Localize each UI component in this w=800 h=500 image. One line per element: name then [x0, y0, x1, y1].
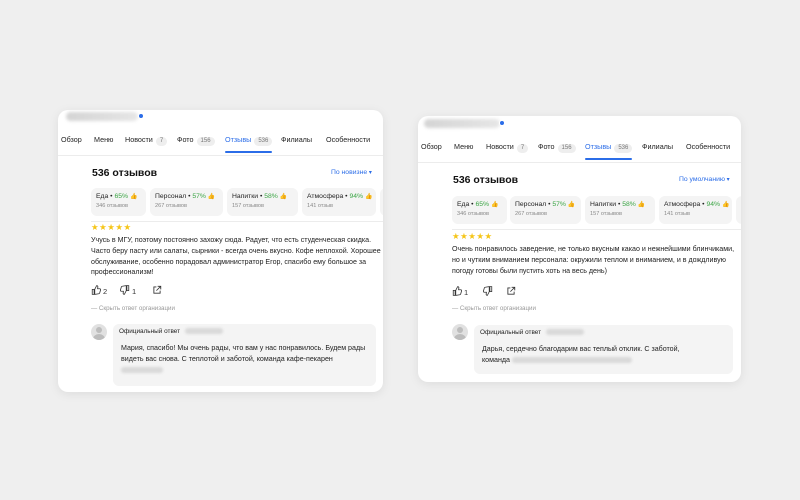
aspect-chip-atmosphere[interactable]: Атмосфера • 94% 👍 141 отзыв — [659, 196, 732, 224]
tab-menu[interactable]: Меню — [94, 134, 113, 146]
hide-answer-toggle[interactable]: Скрыть ответ организации — [91, 305, 175, 312]
dislike-button[interactable]: 1 — [119, 285, 136, 296]
tab-photos[interactable]: Фото 156 — [177, 134, 215, 146]
tab-features[interactable]: Особенности — [326, 134, 370, 146]
thumb-up-icon: 👍 — [129, 194, 138, 200]
tab-overview[interactable]: Обзор — [61, 134, 82, 146]
sort-dropdown[interactable]: По умолчанию — [679, 176, 730, 183]
divider — [452, 229, 741, 230]
sort-dropdown[interactable]: По новизне — [331, 169, 372, 176]
thumb-up-icon: 👍 — [279, 194, 288, 200]
organization-name-blurred — [66, 112, 138, 121]
official-reply-text: Мария, спасибо! Мы очень рады, что вам у… — [113, 339, 376, 386]
review-card-newest: Обзор Меню Новости 7 Фото 156 Отзывы 536 Фи… — [58, 110, 383, 392]
organization-name-blurred — [121, 366, 163, 373]
tab-photos-count: 156 — [196, 137, 215, 146]
aspect-chip-partial[interactable] — [380, 188, 383, 216]
tab-reviews[interactable]: Отзывы 536 — [585, 141, 633, 160]
share-button[interactable] — [152, 285, 162, 296]
tab-branches[interactable]: Филиалы — [642, 141, 673, 153]
reviews-count-title: 536 отзывов — [92, 167, 158, 179]
organization-name-blurred — [511, 356, 632, 363]
share-button[interactable] — [506, 286, 516, 297]
tab-overview[interactable]: Обзор — [421, 141, 442, 153]
tab-news-count: 7 — [516, 144, 529, 153]
tab-branches[interactable]: Филиалы — [281, 134, 312, 146]
thumb-up-icon: 👍 — [721, 202, 730, 208]
tab-news-count: 7 — [155, 137, 168, 146]
rating-stars: ★★★★★ — [91, 222, 132, 232]
aspect-chip-food[interactable]: Еда • 65% 👍 346 отзывов — [91, 188, 146, 216]
organization-name-blurred — [424, 119, 500, 128]
thumb-up-icon: 👍 — [207, 194, 216, 200]
tab-bar: Обзор Меню Новости 7 Фото 156 Отзывы 536 Фи… — [418, 141, 741, 163]
thumb-down-icon — [482, 286, 493, 296]
like-button[interactable]: 2 — [91, 285, 107, 296]
organization-name-blurred — [545, 329, 584, 336]
official-reply-header: Официальный ответ — [113, 324, 376, 339]
thumb-up-icon: 👍 — [364, 194, 373, 200]
organization-avatar — [452, 324, 468, 340]
thumb-down-icon — [119, 285, 130, 295]
aspect-chip-food[interactable]: Еда • 65% 👍 346 отзывов — [452, 196, 507, 224]
thumb-up-icon — [452, 286, 463, 296]
like-button[interactable]: 1 — [452, 286, 468, 297]
tab-reviews-count: 536 — [254, 137, 273, 146]
organization-name-blurred — [184, 328, 223, 335]
tab-menu[interactable]: Меню — [454, 141, 473, 153]
thumb-up-icon: 👍 — [567, 202, 576, 208]
thumb-up-icon: 👍 — [490, 202, 499, 208]
review-text: Учусь в МГУ, поэтому постоянно захожу сю… — [91, 236, 381, 277]
review-text: Очень понравилось заведение, не только в… — [452, 245, 735, 275]
tab-bar: Обзор Меню Новости 7 Фото 156 Отзывы 536 Фи… — [58, 134, 383, 156]
share-icon — [507, 286, 516, 295]
organization-avatar — [91, 324, 107, 340]
aspect-chip-drinks[interactable]: Напитки • 58% 👍 157 отзывов — [227, 188, 298, 216]
divider — [91, 221, 383, 222]
aspect-chip-staff[interactable]: Персонал • 57% 👍 267 отзывов — [510, 196, 581, 224]
review-card-default: Обзор Меню Новости 7 Фото 156 Отзывы 536 Фи… — [418, 116, 741, 382]
tab-reviews-count: 536 — [614, 144, 633, 153]
aspect-chip-partial[interactable] — [736, 196, 741, 224]
aspect-chip-atmosphere[interactable]: Атмосфера • 94% 👍 141 отзыв — [302, 188, 376, 216]
reviews-count-title: 536 отзывов — [453, 174, 519, 186]
verified-badge-icon — [499, 120, 505, 126]
official-reply-header: Официальный ответ — [474, 325, 733, 340]
aspect-chip-staff[interactable]: Персонал • 57% 👍 267 отзывов — [150, 188, 223, 216]
tab-news[interactable]: Новости 7 — [125, 134, 168, 146]
hide-answer-toggle[interactable]: Скрыть ответ организации — [452, 305, 536, 312]
tab-news[interactable]: Новости 7 — [486, 141, 529, 153]
thumb-up-icon: 👍 — [637, 202, 646, 208]
tab-photos-count: 156 — [557, 144, 576, 153]
tab-features[interactable]: Особенности — [686, 141, 730, 153]
tab-photos[interactable]: Фото 156 — [538, 141, 576, 153]
thumb-up-icon — [91, 285, 102, 295]
aspect-chip-drinks[interactable]: Напитки • 58% 👍 157 отзывов — [585, 196, 655, 224]
official-reply-text: Дарья, сердечно благодарим вас теплый от… — [474, 340, 733, 374]
share-icon — [153, 285, 162, 294]
dislike-button[interactable] — [482, 286, 493, 297]
rating-stars: ★★★★★ — [452, 231, 493, 241]
verified-badge-icon — [138, 113, 144, 119]
tab-reviews[interactable]: Отзывы 536 — [225, 134, 273, 153]
